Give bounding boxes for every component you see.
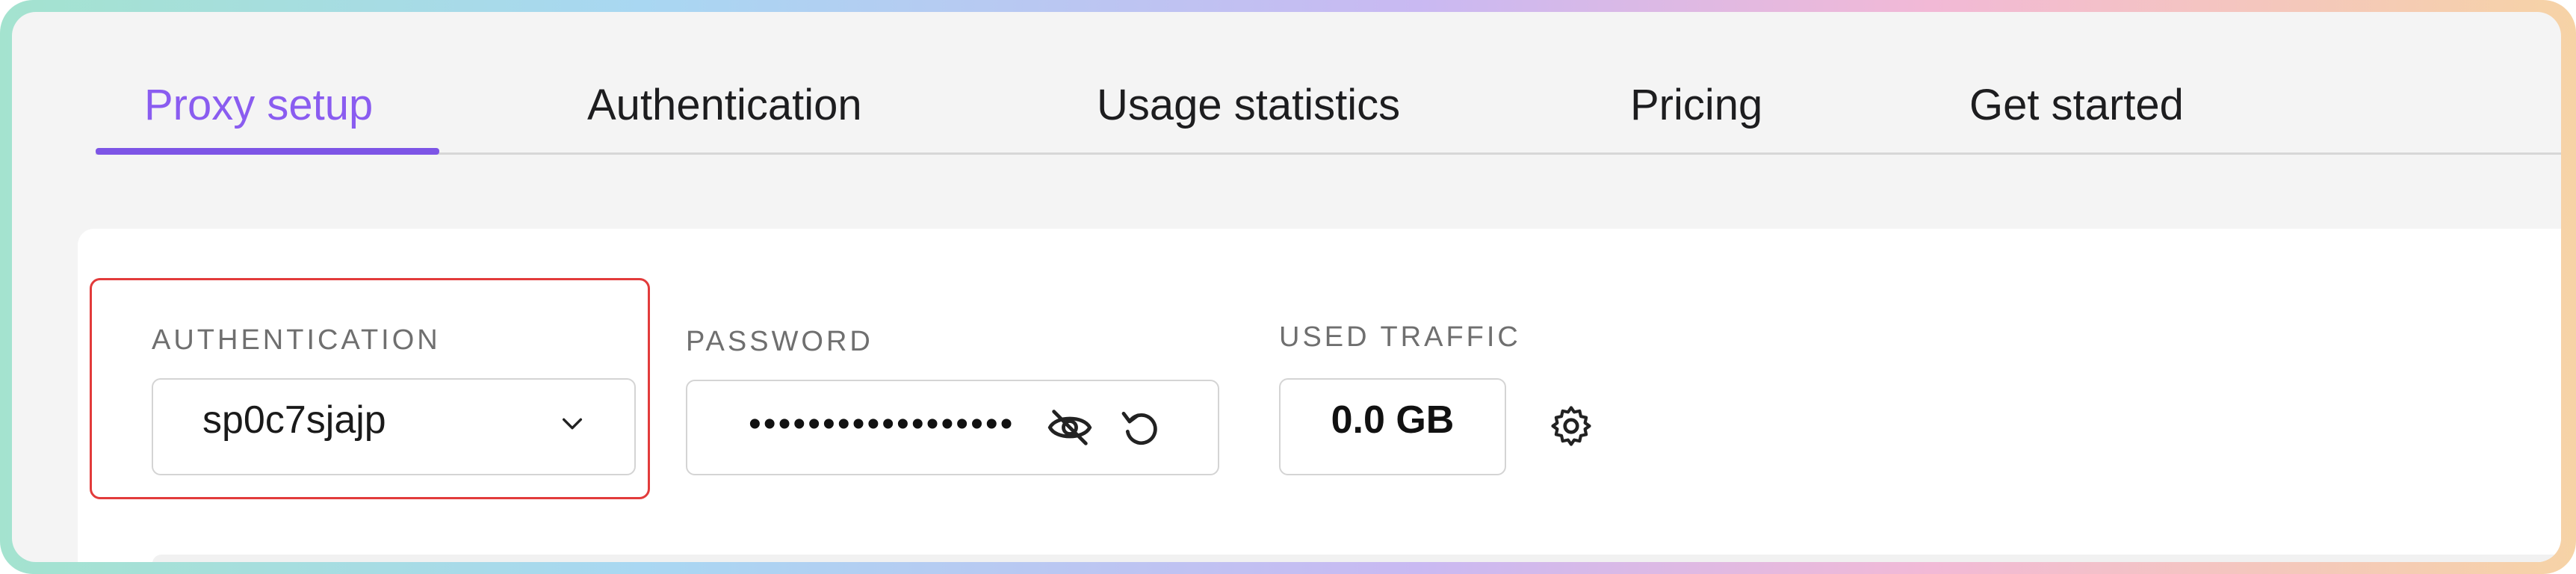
- password-field[interactable]: ••••••••••••••••••: [686, 380, 1219, 475]
- authentication-selected-value: sp0c7sjajp: [202, 398, 386, 442]
- refresh-icon[interactable]: [1118, 404, 1165, 451]
- app-frame: Proxy setup Authentication Usage statist…: [0, 0, 2576, 574]
- used-traffic-value: 0.0 GB: [1331, 398, 1455, 442]
- active-tab-indicator: [96, 148, 439, 155]
- proxy-settings-card: AUTHENTICATION sp0c7sjajp PASSWORD •••••…: [78, 229, 2561, 562]
- tab-bar: Proxy setup Authentication Usage statist…: [12, 12, 2561, 165]
- gear-icon[interactable]: [1548, 403, 1594, 449]
- tab-get-started[interactable]: Get started: [1969, 79, 2184, 132]
- tab-pricing[interactable]: Pricing: [1630, 79, 1762, 132]
- next-section-edge: [152, 555, 2561, 562]
- tab-proxy-setup[interactable]: Proxy setup: [144, 79, 373, 132]
- chevron-down-icon: [562, 418, 583, 430]
- authentication-select[interactable]: sp0c7sjajp: [152, 378, 636, 475]
- used-traffic-label: USED TRAFFIC: [1279, 321, 1521, 353]
- main-panel: Proxy setup Authentication Usage statist…: [12, 12, 2561, 562]
- tab-authentication[interactable]: Authentication: [587, 79, 862, 132]
- authentication-label: AUTHENTICATION: [152, 324, 441, 356]
- eye-off-icon[interactable]: [1046, 404, 1094, 451]
- tab-usage-statistics[interactable]: Usage statistics: [1097, 79, 1400, 132]
- used-traffic-box: 0.0 GB: [1279, 378, 1506, 475]
- password-label: PASSWORD: [686, 326, 873, 357]
- password-masked-value: ••••••••••••••••••: [749, 404, 1015, 444]
- tab-divider: [96, 152, 2561, 155]
